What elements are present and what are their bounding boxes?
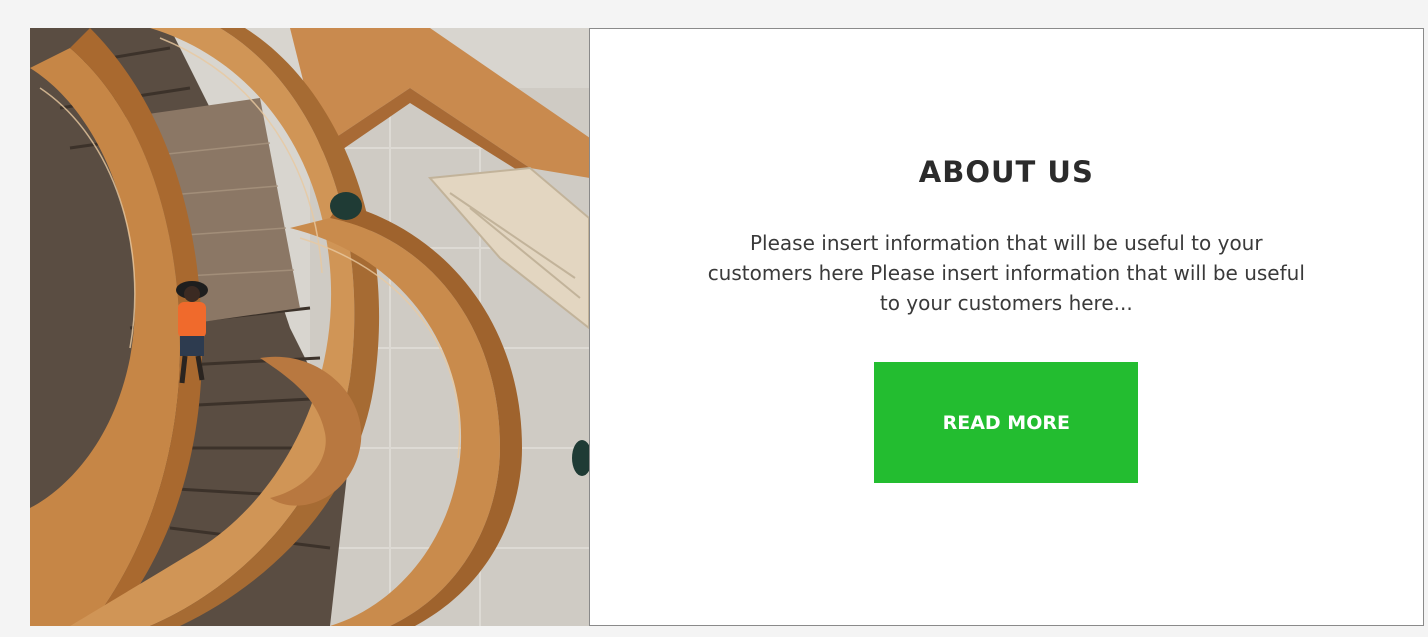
about-card: ABOUT US Please insert information that …: [588, 28, 1424, 626]
read-more-button[interactable]: READ MORE: [874, 362, 1139, 483]
about-description: Please insert information that will be u…: [707, 231, 1305, 315]
staircase-photo: [30, 28, 589, 626]
about-title: ABOUT US: [918, 155, 1094, 189]
about-section: ABOUT US Please insert information that …: [30, 28, 1424, 626]
